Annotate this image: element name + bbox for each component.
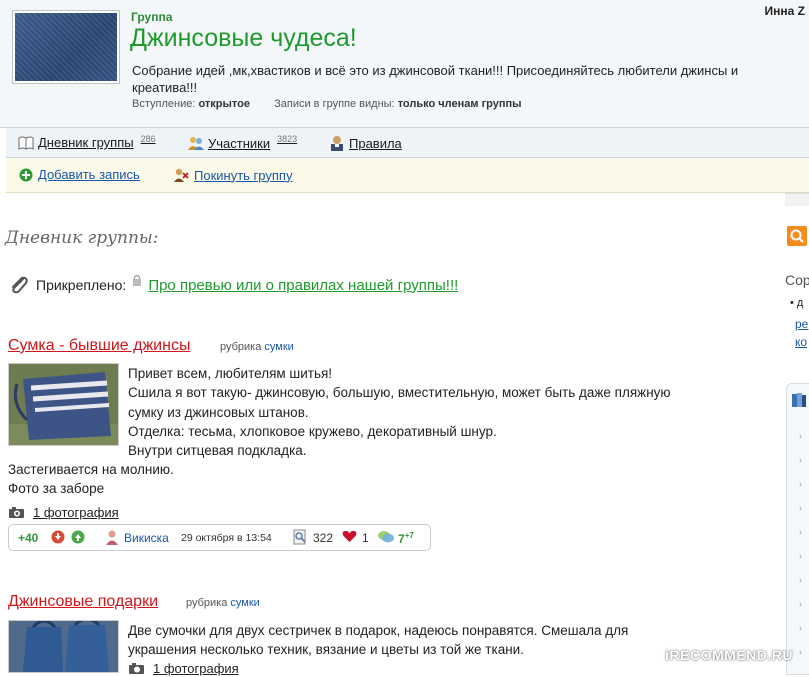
sidebar-bullet: • д [790, 297, 804, 309]
views-icon [293, 529, 306, 545]
watermark: iRECOMMEND.RU [646, 647, 793, 663]
post-title[interactable]: Сумка - бывшие джинсы [8, 337, 190, 355]
post-line: Сшила я вот такую- джинсовую, большую, в… [128, 385, 671, 401]
rubric-link[interactable]: сумки [264, 341, 293, 353]
pinned-row: Прикреплено: Про превью или о правилах н… [8, 274, 458, 296]
vote-up-icon[interactable] [71, 530, 85, 544]
post-stats-bar: +40 Викиска 29 октября в 13:54 322 1 7+7 [8, 524, 431, 551]
sidebar-link[interactable]: ре [795, 317, 808, 331]
rubric-label: рубрика [220, 341, 262, 353]
photo-count-link[interactable]: 1 фотография [8, 505, 119, 520]
search-icon[interactable] [787, 226, 807, 246]
group-meta: Вступление: открытое Записи в группе вид… [132, 98, 522, 110]
post-line: Фото за заборе [8, 481, 105, 497]
plus-icon [19, 168, 33, 181]
post-body-top: Привет всем, любителям шитья! Сшила я во… [128, 364, 778, 460]
add-post-label: Добавить запись [38, 167, 140, 182]
likes-count: 1 [362, 531, 369, 545]
comments-new: +7 [404, 531, 414, 540]
author-icon [106, 530, 118, 545]
post-line: Застегивается на молнию. [8, 462, 174, 477]
join-value: открытое [198, 98, 250, 110]
post-thumbnail[interactable] [8, 617, 119, 673]
rubric-link[interactable]: сумки [230, 597, 259, 609]
camera-icon [129, 663, 144, 674]
books-icon [792, 393, 806, 407]
comments-count: 7+7 [398, 531, 414, 546]
heart-icon[interactable] [342, 530, 357, 543]
rubric-label: рубрика [186, 597, 228, 609]
recommend-logo-icon [649, 647, 660, 663]
tab-diary-count: 286 [140, 133, 156, 144]
visibility-label: Записи в группе видны: [274, 98, 395, 110]
join-label: Вступление: [132, 98, 196, 110]
rules-icon [331, 136, 343, 151]
group-title: Джинсовые чудеса! [130, 24, 357, 52]
sidebar-heading: Сор [785, 272, 809, 288]
group-header: Группа Джинсовые чудеса! Инна Z Собрание… [0, 0, 809, 128]
post-rubric: рубрика сумки [220, 341, 294, 353]
sidebar-link[interactable]: ко [795, 335, 807, 349]
post-rubric: рубрика сумки [186, 597, 260, 609]
vote-down-icon[interactable] [51, 530, 65, 544]
book-icon [18, 136, 34, 150]
tab-diary-label: Дневник группы [38, 135, 134, 150]
post-line: Привет всем, любителям шитья! [128, 366, 333, 381]
group-kicker: Группа [131, 10, 173, 24]
group-description: Собрание идей ,мк,хвастиков и всё это из… [132, 63, 739, 95]
photo-count: 1 фотография [153, 661, 239, 676]
group-actions: Добавить запись Покинуть группу [6, 158, 809, 193]
right-sidebar: Сор • д ре ко › › › › › › › › › › [781, 193, 809, 675]
tab-rules-label: Правила [349, 135, 402, 151]
rating-value: +40 [18, 531, 39, 545]
watermark-text: iRECOMMEND.RU [665, 647, 793, 663]
post-line: Отделка: тесьма, хлопковое кружево, деко… [128, 423, 497, 439]
post-line: Внутри ситцевая подкладка. [128, 443, 307, 459]
post-thumbnail[interactable] [8, 363, 119, 446]
pinned-label: Прикреплено: [36, 277, 127, 293]
sidebar-box: › › › › › › › › › › [786, 383, 809, 675]
post-title[interactable]: Джинсовые подарки [8, 593, 158, 611]
photo-count: 1 фотография [33, 505, 119, 520]
comments-count-value: 7 [398, 532, 405, 546]
group-avatar[interactable] [12, 10, 120, 84]
post-line: Две сумочки для двух сестричек в подарок… [128, 623, 629, 638]
members-icon [188, 137, 204, 150]
comments-icon[interactable] [377, 530, 395, 544]
leave-group-label: Покинуть группу [194, 167, 293, 183]
tab-members[interactable]: Участники 3823 [188, 134, 298, 151]
lock-icon [133, 274, 142, 286]
photo-count-link[interactable]: 1 фотография [128, 661, 239, 676]
paperclip-icon [12, 276, 28, 294]
post-date: 29 октября в 13:54 [181, 532, 272, 544]
leave-icon [174, 168, 189, 182]
camera-icon [9, 507, 24, 518]
author-link[interactable]: Викиска [124, 531, 169, 545]
post-line: сумку из джинсовых штанов. [128, 404, 309, 420]
views-count: 322 [313, 531, 334, 545]
tab-members-count: 3823 [277, 134, 298, 144]
add-post-button[interactable]: Добавить запись [19, 167, 140, 182]
leave-group-button[interactable]: Покинуть группу [173, 167, 292, 183]
tab-rules[interactable]: Правила [329, 135, 402, 151]
group-tabs: Дневник группы 286 Участники 3823 Правил… [6, 128, 809, 158]
user-name[interactable]: Инна Z [765, 4, 805, 18]
tab-members-label: Участники [208, 135, 271, 151]
section-title: Дневник группы: [5, 228, 159, 248]
visibility-value: только членам группы [397, 98, 522, 110]
tab-diary[interactable]: Дневник группы 286 [18, 133, 156, 150]
post-body-bottom: Застегивается на молнию. Фото за заборе [8, 460, 174, 499]
pinned-link[interactable]: Про превью или о правилах нашей группы!!… [148, 277, 458, 294]
